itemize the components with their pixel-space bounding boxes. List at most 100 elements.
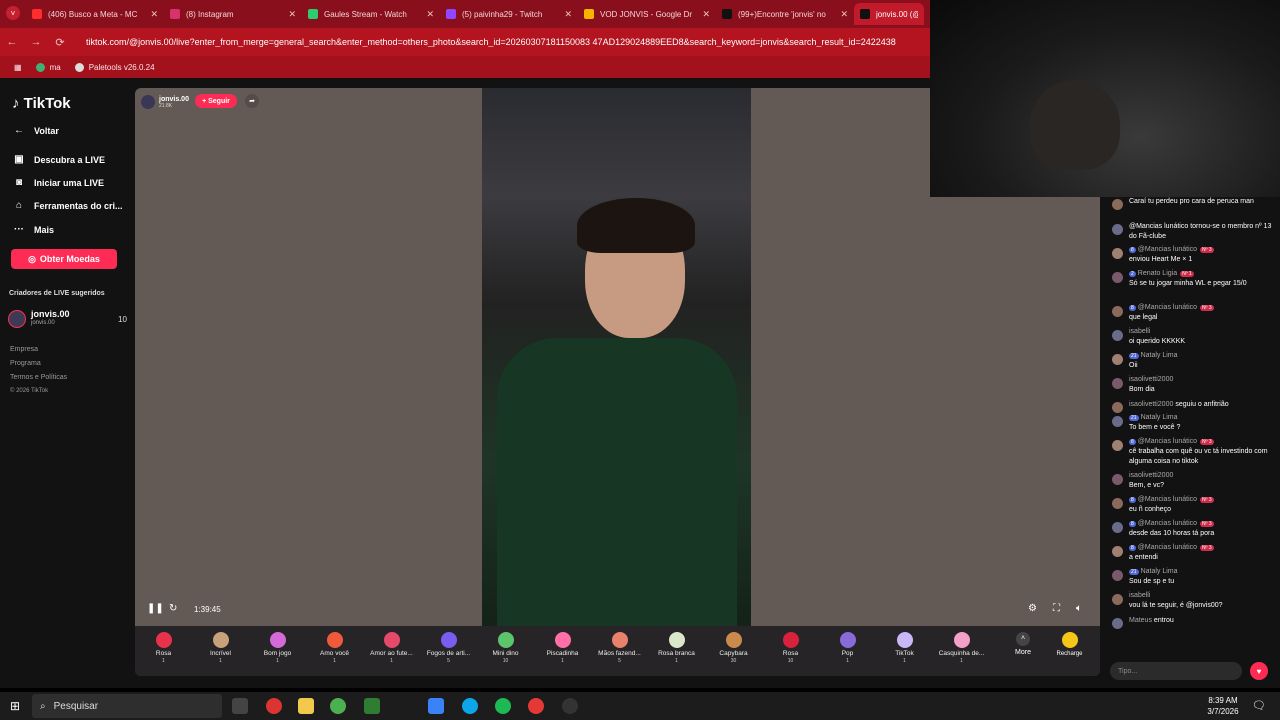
gift-icon [953,632,970,648]
gift-item[interactable]: Casquinha de... 1 [933,626,990,676]
gift-item[interactable]: Amor ao fute... 1 [363,626,420,676]
browser-tab[interactable]: jonvis.00 (@jo [854,3,924,25]
bookmark-ma[interactable]: ma [35,62,61,72]
avatar [1112,498,1123,509]
streamer-info[interactable]: jonvis.00 21.8K [141,92,189,112]
chrome-active-icon[interactable] [528,698,544,714]
chat-username[interactable]: Nataly Lima [1141,568,1178,575]
gift-item[interactable]: Mini dino 10 [477,626,534,676]
gift-item[interactable]: Fogos de arti... 5 [420,626,477,676]
fan-club-badge: Nº 3 [1200,439,1214,445]
fullscreen-icon[interactable]: ⛶ [1053,603,1060,614]
browser-tab[interactable]: Gaules Stream - Watch ✕ [302,3,440,25]
gift-item[interactable]: Rosa 1 [135,626,192,676]
gift-item[interactable]: Pop 1 [819,626,876,676]
volume-icon[interactable]: 🔈︎ [1076,603,1082,614]
gift-item[interactable]: Incrível 1 [192,626,249,676]
chrome-icon[interactable] [330,698,346,714]
chat-username[interactable]: @Mancias lunático [1138,438,1197,445]
forward-arrow-icon[interactable]: → [24,36,48,48]
gift-item[interactable]: Rosa branca 1 [648,626,705,676]
avatar [141,95,155,109]
browser-tab[interactable]: (99+)Encontre 'jonvis' no ✕ [716,3,854,25]
chat-username[interactable]: @Mancias lunático [1138,496,1197,503]
sidebar-item-more[interactable]: ··· Mais [12,224,54,235]
gift-price: 30 [730,658,737,664]
back-arrow-icon[interactable]: ← [0,36,24,48]
gift-item[interactable]: Capybara 30 [705,626,762,676]
avatar [8,310,26,328]
close-tab-icon[interactable]: ✕ [564,9,572,20]
gift-item[interactable]: TikTok 1 [876,626,933,676]
bookmark-paletools[interactable]: Paletools v26.0.24 [74,62,155,72]
chat-username[interactable]: @Mancias lunático [1138,520,1197,527]
chat-input[interactable]: Tipo... [1110,662,1242,680]
chat-username[interactable]: Nataly Lima [1141,352,1178,359]
fan-club-badge: Nº 3 [1200,521,1214,527]
footer-link-empresa[interactable]: Empresa [10,346,38,353]
app-icon[interactable] [428,698,444,714]
browser-tab[interactable]: (406) Busco a Meta - MC ✕ [26,3,164,25]
gift-item[interactable]: Rosa 10 [762,626,819,676]
spotify-icon[interactable] [495,698,511,714]
gift-item[interactable]: Amo você 1 [306,626,363,676]
close-tab-icon[interactable]: ✕ [288,9,296,20]
chat-username[interactable]: isaolivetti2000 [1129,376,1173,383]
apps-grid-icon[interactable]: ▦ [14,63,22,72]
tab-favicon-icon [32,9,42,19]
refresh-icon[interactable]: ↻ [169,603,177,614]
sidebar-item-discover-live[interactable]: ▣ Descubra a LIVE [12,154,105,165]
level-badge: 8 [1129,497,1136,503]
tab-search-icon[interactable]: ˅ [6,6,20,20]
gift-item[interactable]: Mãos fazend... 5 [591,626,648,676]
gift-name: Amo você [320,650,349,657]
close-tab-icon[interactable]: ✕ [426,9,434,20]
suggested-creator[interactable]: jonvis.00 jonvis.00 10 [8,309,128,331]
footer-link-terms[interactable]: Termos e Políticas [10,374,67,381]
footer-link-programa[interactable]: Programa [10,360,41,367]
get-coins-button[interactable]: ◎ Obter Moedas [11,249,117,269]
chat-username[interactable]: @Mancias lunático [1138,304,1197,311]
sidebar-item-creator-tools[interactable]: ⌂ Ferramentas do cri... [12,200,123,211]
chat-username[interactable]: isabelli [1129,328,1150,335]
chat-username[interactable]: isabelli [1129,592,1150,599]
share-icon[interactable]: ➦ [245,94,259,108]
follow-button[interactable]: + Seguir [195,94,237,108]
chat-username[interactable]: isaolivetti2000 [1129,472,1173,479]
gift-item[interactable]: Bom jogo 1 [249,626,306,676]
heart-icon[interactable]: ♥ [1250,662,1268,680]
notification-icon[interactable]: 🗨︎ [1252,699,1266,712]
browser-tab[interactable]: VOD JONVIS - Google Dr ✕ [578,3,716,25]
more-gifts-button[interactable]: ˄ More [1008,632,1038,656]
app-icon[interactable] [266,698,282,714]
edge-icon[interactable] [462,698,478,714]
close-tab-icon[interactable]: ✕ [840,9,848,20]
back-button[interactable]: ← Voltar [12,125,59,136]
close-tab-icon[interactable]: ✕ [150,9,158,20]
windows-start-icon[interactable]: ⊞ [10,699,20,713]
system-clock[interactable]: 8:39 AM 3/7/2026 [1200,695,1246,717]
gift-item[interactable]: Piscadinha 1 [534,626,591,676]
settings-icon[interactable]: ⚙ [1028,603,1037,614]
chat-username[interactable]: @Mancias lunático [1138,246,1197,253]
live-video[interactable] [482,88,751,628]
url-field[interactable]: tiktok.com/@jonvis.00/live?enter_from_me… [86,37,906,47]
app-icon[interactable] [562,698,578,714]
close-tab-icon[interactable]: ✕ [702,9,710,20]
chat-username[interactable]: Nataly Lima [1141,414,1178,421]
app-icon[interactable] [364,698,380,714]
reload-icon[interactable]: ⟳ [48,36,72,49]
taskbar-search[interactable]: ⌕ Pesquisar [32,694,222,718]
pause-icon[interactable]: ❚❚ [147,603,164,614]
chat-username[interactable]: @Mancias lunático [1138,544,1197,551]
browser-tab[interactable]: (5) paivinha29 - Twitch ✕ [440,3,578,25]
browser-tab[interactable]: (8) Instagram ✕ [164,3,302,25]
tiktok-logo[interactable]: ♪ TikTok [12,95,71,112]
avatar [1112,440,1123,451]
recharge-button[interactable]: Recharge [1047,632,1092,657]
clock-date: 3/7/2026 [1207,707,1239,716]
task-view-icon[interactable] [232,698,248,714]
sidebar-item-start-live[interactable]: ◙ Iniciar uma LIVE [12,177,104,188]
chat-username[interactable]: Renato Ligia [1138,270,1177,277]
file-explorer-icon[interactable] [298,698,314,714]
